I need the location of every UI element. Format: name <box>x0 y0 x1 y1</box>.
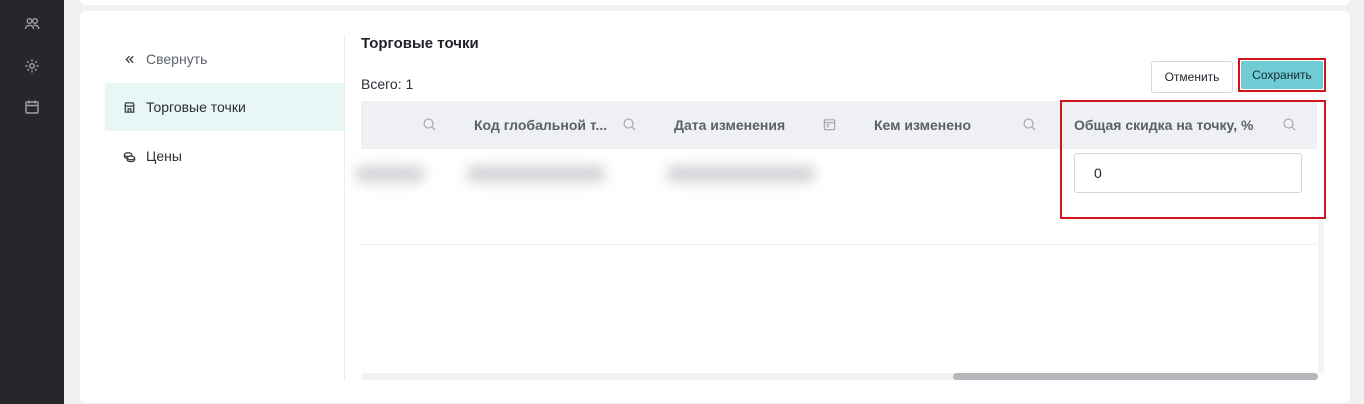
coins-icon <box>122 149 136 163</box>
search-icon[interactable] <box>622 117 638 133</box>
users-icon[interactable] <box>23 15 41 33</box>
calendar-icon[interactable] <box>822 117 838 133</box>
section-menu: Свернуть Торговые точки Цены <box>105 35 345 380</box>
column-header-name <box>361 101 461 149</box>
search-icon[interactable] <box>1022 117 1038 133</box>
discount-input[interactable]: 0 <box>1074 153 1302 193</box>
cancel-button[interactable]: Отменить <box>1151 61 1233 93</box>
gear-icon[interactable] <box>23 57 41 75</box>
column-header-global-code[interactable]: Код глобальной т... <box>474 101 607 149</box>
search-icon[interactable] <box>422 117 438 133</box>
sidebar-item-label: Торговые точки <box>146 99 246 115</box>
collapse-label: Свернуть <box>146 51 208 67</box>
sidebar-item-label: Цены <box>146 148 182 164</box>
sidebar-item-stores[interactable]: Торговые точки <box>105 83 344 131</box>
total-count: Всего: 1 <box>361 76 414 92</box>
calendar-icon[interactable] <box>23 98 41 116</box>
column-header-modified-by[interactable]: Кем изменено <box>874 101 971 149</box>
sidebar-item-prices[interactable]: Цены <box>105 132 344 180</box>
collapse-button[interactable]: Свернуть <box>105 35 344 83</box>
page-title: Торговые точки <box>361 35 479 52</box>
blurred-cell <box>466 165 606 183</box>
vertical-scrollbar[interactable] <box>1318 219 1324 373</box>
column-header-modified-date[interactable]: Дата изменения <box>674 101 785 149</box>
chevrons-left-icon <box>122 52 136 66</box>
app-rail <box>0 0 64 404</box>
blurred-cell <box>666 165 816 183</box>
blurred-cell <box>355 165 425 183</box>
header-card <box>80 0 1350 5</box>
save-button[interactable]: Сохранить <box>1241 61 1323 89</box>
store-icon <box>122 100 136 114</box>
horizontal-scrollbar-thumb[interactable] <box>953 373 1318 380</box>
